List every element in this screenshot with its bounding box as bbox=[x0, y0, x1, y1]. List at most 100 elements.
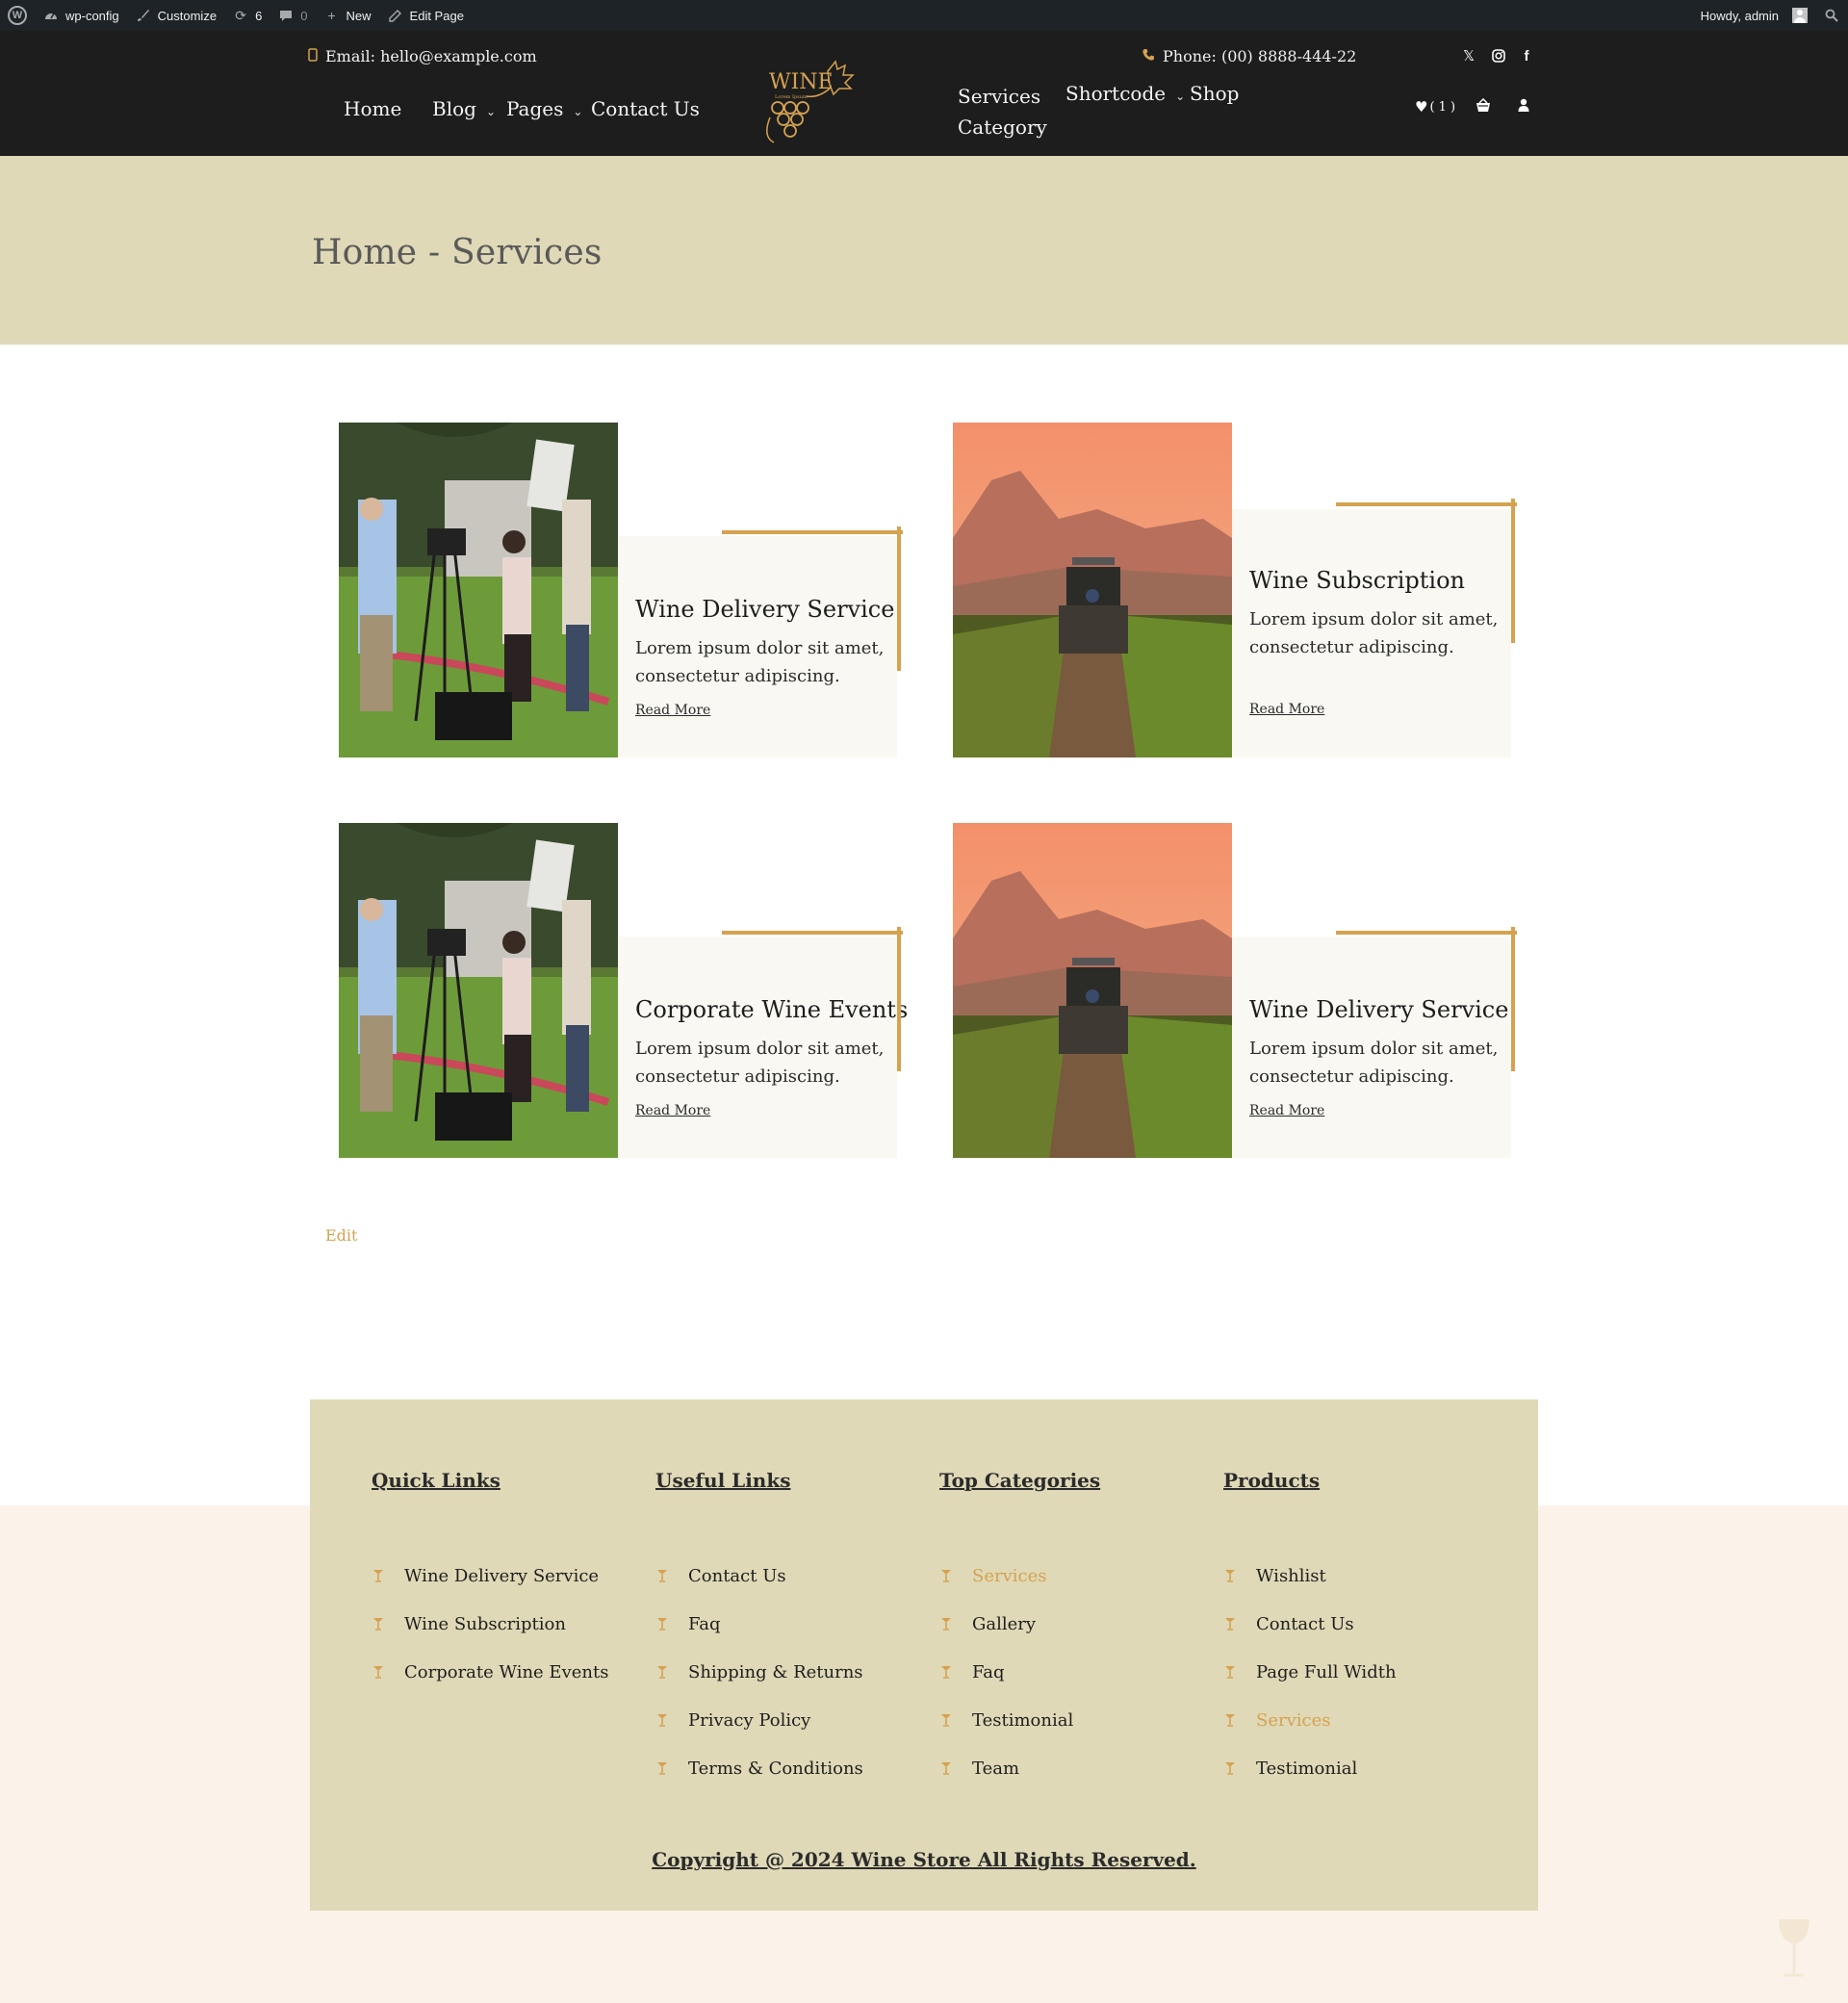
footer-link-label: Faq bbox=[688, 1613, 721, 1634]
nav-blog-label: Blog bbox=[432, 97, 476, 120]
edit-page-link[interactable]: Edit bbox=[325, 1226, 357, 1245]
service-card-body: Wine Delivery Service Lorem ipsum dolor … bbox=[1232, 937, 1511, 1158]
my-account-menu[interactable]: Howdy, admin bbox=[1693, 0, 1815, 31]
plus-icon: + bbox=[327, 8, 336, 23]
footer-link-label: Testimonial bbox=[1256, 1758, 1358, 1779]
logo-tagline: Lorem Ipsum bbox=[775, 94, 808, 100]
wishlist-count: ( 1 ) bbox=[1429, 99, 1456, 115]
service-card-text: Lorem ipsum dolor sit amet, consectetur … bbox=[1249, 609, 1499, 657]
footer-link[interactable]: Team bbox=[939, 1744, 1100, 1792]
footer-link[interactable]: Services bbox=[939, 1552, 1100, 1600]
footer-link[interactable]: Contact Us bbox=[1223, 1600, 1397, 1648]
nav-blog[interactable]: Blog ⌄ bbox=[432, 97, 496, 120]
footer-column-title: Top Categories bbox=[939, 1469, 1101, 1492]
film-crew-image[interactable] bbox=[339, 423, 618, 758]
account-button[interactable] bbox=[1518, 98, 1529, 116]
nav-contact-us[interactable]: Contact Us bbox=[591, 97, 700, 120]
service-card-title[interactable]: Wine Delivery Service bbox=[1249, 996, 1508, 1023]
vineyard-tractor-image[interactable] bbox=[953, 423, 1232, 758]
footer-link-label: Services bbox=[1256, 1709, 1331, 1731]
x-twitter-icon[interactable]: 𝕏 bbox=[1461, 47, 1476, 64]
header-phone[interactable]: Phone: (00) 8888-444-22 bbox=[1142, 47, 1356, 65]
footer-products: Products Wishlist Contact Us Page Full W… bbox=[1223, 1469, 1397, 1792]
updates-count: 6 bbox=[255, 8, 263, 23]
nav-shop[interactable]: Shop bbox=[1190, 82, 1239, 105]
footer-link[interactable]: Testimonial bbox=[1223, 1744, 1397, 1792]
footer-link-label: Services bbox=[972, 1565, 1047, 1586]
wine-glass-icon bbox=[941, 1570, 951, 1582]
footer-link[interactable]: Wine Delivery Service bbox=[372, 1552, 608, 1600]
footer-link-label: Terms & Conditions bbox=[688, 1758, 863, 1779]
footer-link[interactable]: Shipping & Returns bbox=[655, 1648, 863, 1696]
card-accent-line bbox=[722, 530, 903, 534]
wine-glass-icon bbox=[373, 1570, 383, 1582]
read-more-link[interactable]: Read More bbox=[635, 1103, 710, 1118]
facebook-icon[interactable]: f bbox=[1519, 48, 1534, 64]
admin-search-button[interactable] bbox=[1815, 0, 1848, 31]
new-content-menu[interactable]: + New bbox=[316, 0, 379, 31]
footer-link[interactable]: Privacy Policy bbox=[655, 1696, 863, 1744]
back-to-top-button[interactable] bbox=[1775, 1917, 1813, 1979]
edit-page-link[interactable]: Edit Page bbox=[379, 0, 472, 31]
nav-home[interactable]: Home bbox=[344, 97, 401, 120]
service-card-title[interactable]: Wine Subscription bbox=[1249, 567, 1465, 594]
card-accent-line bbox=[1511, 927, 1515, 1071]
heart-icon: ♥ bbox=[1415, 98, 1428, 116]
nav-pages[interactable]: Pages ⌄ bbox=[506, 97, 582, 120]
wordpress-icon: W bbox=[8, 6, 27, 25]
wine-glass-icon bbox=[1225, 1714, 1235, 1727]
cart-button[interactable] bbox=[1476, 97, 1491, 116]
service-card-title[interactable]: Wine Delivery Service bbox=[635, 596, 894, 623]
chevron-down-icon: ⌄ bbox=[573, 105, 583, 118]
refresh-icon: ⟳ bbox=[235, 7, 246, 23]
vineyard-tractor-image[interactable] bbox=[953, 823, 1232, 1158]
wine-glass-icon bbox=[941, 1666, 951, 1679]
card-accent-line bbox=[722, 931, 903, 935]
footer-link[interactable]: Faq bbox=[655, 1600, 863, 1648]
basket-icon bbox=[1476, 97, 1491, 116]
footer-link[interactable]: Terms & Conditions bbox=[655, 1744, 863, 1792]
read-more-link[interactable]: Read More bbox=[1249, 702, 1324, 717]
read-more-link[interactable]: Read More bbox=[635, 703, 710, 718]
footer-link-label: Corporate Wine Events bbox=[404, 1661, 609, 1682]
edit-page-label: Edit Page bbox=[409, 8, 464, 23]
copyright-text[interactable]: Copyright @ 2024 Wine Store All Rights R… bbox=[310, 1848, 1538, 1871]
footer-column-title: Useful Links bbox=[655, 1469, 791, 1492]
user-icon bbox=[1518, 98, 1529, 116]
footer-link[interactable]: Page Full Width bbox=[1223, 1648, 1397, 1696]
header-email[interactable]: Email: hello@example.com bbox=[308, 47, 537, 65]
site-name-menu[interactable]: wp-config bbox=[35, 0, 127, 31]
new-label: New bbox=[346, 8, 372, 23]
footer-link[interactable]: Gallery bbox=[939, 1600, 1100, 1648]
wine-glass-icon bbox=[657, 1714, 667, 1727]
footer-link[interactable]: Services bbox=[1223, 1696, 1397, 1744]
nav-shortcode[interactable]: Shortcode ⌄ bbox=[1065, 82, 1185, 105]
footer-link[interactable]: Faq bbox=[939, 1648, 1100, 1696]
wp-logo-menu[interactable]: W bbox=[0, 0, 35, 31]
film-crew-image[interactable] bbox=[339, 823, 618, 1158]
footer-link[interactable]: Wishlist bbox=[1223, 1552, 1397, 1600]
instagram-icon[interactable] bbox=[1491, 48, 1506, 64]
card-accent-line bbox=[1511, 499, 1515, 643]
search-icon bbox=[1823, 7, 1840, 24]
page-banner: Home - Services bbox=[0, 156, 1848, 345]
header-email-text: Email: hello@example.com bbox=[325, 47, 537, 65]
footer-link[interactable]: Wine Subscription bbox=[372, 1600, 608, 1648]
nav-services-category[interactable]: Services Category bbox=[958, 81, 1047, 142]
nav-services-line2: Category bbox=[958, 116, 1047, 139]
comments-count: 0 bbox=[300, 8, 308, 23]
customize-link[interactable]: Customize bbox=[127, 0, 224, 31]
service-card-title[interactable]: Corporate Wine Events bbox=[635, 996, 908, 1023]
wishlist-button[interactable]: ♥ ( 1 ) bbox=[1415, 98, 1455, 116]
footer-link[interactable]: Testimonial bbox=[939, 1696, 1100, 1744]
comments-link[interactable]: 0 bbox=[270, 0, 315, 31]
site-logo[interactable]: WINE Lorem Ipsum bbox=[760, 60, 868, 144]
updates-link[interactable]: ⟳ 6 bbox=[224, 0, 270, 31]
footer-link[interactable]: Contact Us bbox=[655, 1552, 863, 1600]
nav-shortcode-label: Shortcode bbox=[1065, 82, 1167, 105]
footer-link[interactable]: Corporate Wine Events bbox=[372, 1648, 608, 1696]
nav-shop-label: Shop bbox=[1190, 82, 1240, 105]
read-more-link[interactable]: Read More bbox=[1249, 1103, 1324, 1118]
footer-top-categories: Top Categories Services Gallery Faq Test… bbox=[939, 1469, 1100, 1792]
avatar bbox=[1792, 8, 1808, 23]
